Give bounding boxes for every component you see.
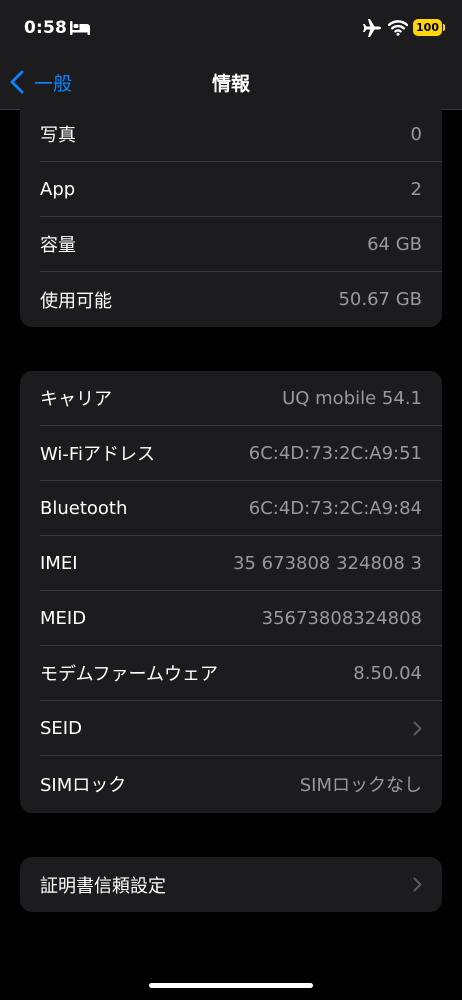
status-bar: 0:58 100 [0, 0, 462, 56]
row-value: UQ mobile 54.1 [282, 387, 422, 409]
network-group: キャリア UQ mobile 54.1 Wi-Fiアドレス 6C:4D:73:2… [20, 371, 442, 813]
row-label: キャリア [40, 389, 112, 410]
bed-icon [70, 21, 90, 35]
row-label: 使用可能 [40, 290, 112, 312]
row-available: 使用可能 50.67 GB [40, 272, 442, 327]
row-meid: MEID 35673808324808 [40, 591, 442, 646]
row-value: 0 [410, 123, 422, 145]
row-value: 35673808324808 [261, 607, 422, 629]
storage-group: 写真 0 App 2 容量 64 GB 使用可能 50.67 GB [20, 107, 442, 327]
row-bluetooth: Bluetooth 6C:4D:73:2C:A9:84 [40, 481, 442, 536]
row-seid[interactable]: SEID [40, 701, 442, 756]
row-label: 証明書信頼設定 [40, 875, 166, 897]
row-value: 6C:4D:73:2C:A9:84 [248, 497, 422, 519]
chevron-right-icon [413, 877, 422, 892]
row-certificate-trust-settings[interactable]: 証明書信頼設定 [40, 857, 442, 912]
battery-tip [443, 24, 445, 31]
row-photos: 写真 0 [40, 107, 442, 162]
row-imei: IMEI 35 673808 324808 3 [40, 536, 442, 591]
row-value: 50.67 GB [338, 289, 422, 310]
row-label: SEID [40, 717, 82, 739]
row-sim-lock: SIMロック SIMロックなし [40, 756, 442, 811]
battery-icon: 100 [413, 19, 442, 36]
row-label: App [40, 178, 76, 200]
row-label: IMEI [40, 552, 78, 574]
chevron-right-icon [413, 721, 422, 735]
row-label: Wi-Fiアドレス [40, 444, 155, 465]
status-time: 0:58 [24, 18, 68, 38]
row-apps: App 2 [40, 162, 442, 217]
row-modem-firmware: モデムファームウェア 8.50.04 [40, 646, 442, 701]
page-title: 情報 [211, 73, 250, 95]
row-value: 2 [410, 178, 422, 200]
row-label: 容量 [40, 235, 76, 256]
row-label: 写真 [40, 125, 76, 146]
row-label: モデムファームウェア [40, 664, 219, 685]
row-label: SIMロック [40, 774, 127, 796]
battery-level: 100 [416, 21, 439, 34]
airplane-icon [363, 19, 381, 37]
wifi-icon [388, 20, 408, 36]
row-value: 64 GB [367, 233, 422, 255]
row-value: SIMロックなし [299, 774, 422, 796]
row-value: 35 673808 324808 3 [233, 552, 422, 574]
row-value: 6C:4D:73:2C:A9:51 [248, 442, 422, 464]
row-label: Bluetooth [40, 497, 128, 519]
nav-bar: 一般 情報 [0, 56, 462, 110]
home-indicator[interactable] [149, 983, 313, 988]
row-label: MEID [40, 607, 87, 629]
row-capacity: 容量 64 GB [40, 217, 442, 272]
row-carrier[interactable]: キャリア UQ mobile 54.1 [40, 371, 442, 426]
row-value: 8.50.04 [353, 662, 422, 684]
certificate-group: 証明書信頼設定 [20, 857, 442, 912]
row-wifi-address: Wi-Fiアドレス 6C:4D:73:2C:A9:51 [40, 426, 442, 481]
